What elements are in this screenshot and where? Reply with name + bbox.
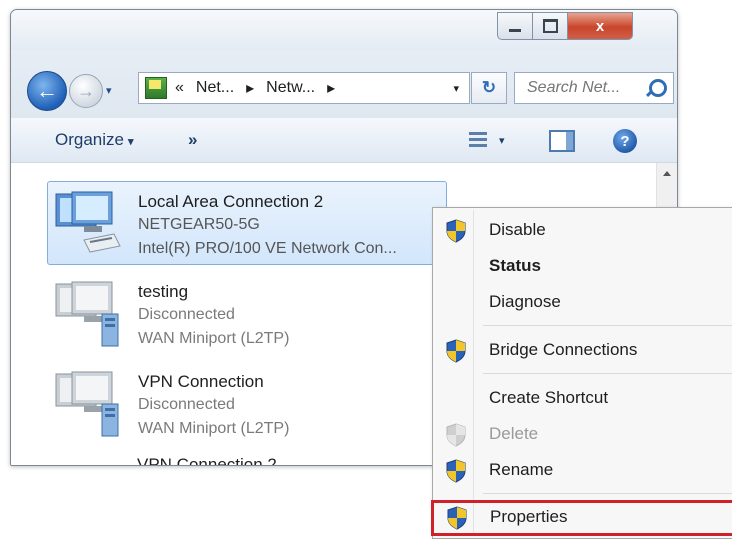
search-box[interactable]	[514, 72, 674, 104]
scroll-up-icon[interactable]	[663, 171, 671, 176]
change-view-icon[interactable]	[469, 132, 487, 150]
breadcrumb-overflow[interactable]: «	[175, 79, 184, 97]
connection-device: WAN Miniport (L2TP)	[138, 330, 290, 347]
connection-device: WAN Miniport (L2TP)	[138, 420, 290, 437]
minimize-icon	[509, 28, 521, 32]
forward-arrow-icon: →	[77, 80, 95, 101]
address-bar[interactable]: « Net... ▸ Netw... ▸ ▾	[138, 72, 470, 104]
menu-item-properties[interactable]: Properties	[431, 500, 732, 536]
breadcrumb-separator-icon[interactable]: ▸	[246, 78, 254, 98]
control-panel-icon	[145, 77, 167, 99]
title-bar: x	[11, 10, 677, 50]
organize-button[interactable]: Organize ▾	[55, 130, 134, 150]
menu-item-label: Diagnose	[489, 292, 561, 311]
uac-shield-icon	[446, 339, 466, 363]
connection-item-partial[interactable]: VPN Connection 2	[137, 455, 277, 465]
menu-item-status[interactable]: Status	[435, 249, 727, 283]
uac-shield-icon	[446, 459, 466, 483]
menu-item-label: Properties	[490, 507, 568, 526]
menu-item-label: Rename	[489, 460, 554, 479]
breadcrumb-separator-icon[interactable]: ▸	[327, 78, 335, 98]
back-arrow-icon: ←	[36, 78, 58, 103]
menu-item-label: Status	[489, 256, 541, 275]
help-icon[interactable]: ?	[613, 129, 637, 153]
search-input[interactable]	[525, 78, 647, 98]
breadcrumb-network-connections[interactable]: Netw...	[266, 79, 315, 97]
connection-status: Disconnected	[138, 396, 235, 413]
organize-label: Organize	[55, 130, 124, 149]
menu-item-diagnose[interactable]: Diagnose	[435, 285, 727, 319]
connection-name: testing	[138, 282, 189, 301]
menu-item-create-shortcut[interactable]: Create Shortcut	[435, 381, 727, 415]
menu-separator	[483, 373, 732, 374]
view-options-dropdown[interactable]: ▾	[499, 134, 505, 147]
menu-item-label: Bridge Connections	[489, 340, 638, 359]
chevron-down-icon: ▾	[127, 136, 134, 148]
preview-pane-icon[interactable]	[549, 130, 575, 152]
network-adapter-icon	[55, 191, 121, 253]
uac-shield-icon	[447, 506, 467, 530]
back-button[interactable]: ←	[27, 71, 67, 111]
search-icon[interactable]	[649, 79, 667, 97]
wan-miniport-icon	[55, 371, 119, 437]
uac-shield-icon	[446, 219, 466, 243]
connection-item-testing[interactable]: testing Disconnected WAN Miniport (L2TP)	[47, 271, 447, 355]
menu-separator	[483, 325, 732, 326]
minimize-button[interactable]	[497, 12, 533, 40]
connection-name: VPN Connection	[138, 372, 264, 391]
connection-status: Disconnected	[138, 306, 235, 323]
more-commands-button[interactable]: »	[188, 130, 197, 150]
menu-separator	[483, 493, 732, 494]
breadcrumb-network-and-internet[interactable]: Net...	[196, 79, 234, 97]
address-dropdown-icon[interactable]: ▾	[453, 82, 459, 95]
menu-item-disable[interactable]: Disable	[435, 213, 727, 247]
caption-buttons: x	[497, 12, 633, 40]
close-button[interactable]: x	[568, 12, 633, 40]
connection-item-local-area-connection-2[interactable]: Local Area Connection 2 NETGEAR50-5G Int…	[47, 181, 447, 265]
uac-shield-icon	[446, 423, 466, 447]
menu-item-label: Disable	[489, 220, 546, 239]
connection-status: NETGEAR50-5G	[138, 216, 260, 233]
forward-button[interactable]: →	[69, 74, 103, 108]
menu-item-label: Create Shortcut	[489, 388, 609, 407]
connection-item-vpn-connection[interactable]: VPN Connection Disconnected WAN Miniport…	[47, 361, 447, 445]
connection-device: Intel(R) PRO/100 VE Network Con...	[138, 240, 397, 257]
navigation-bar: ← → ▾ « Net... ▸ Netw... ▸ ▾ ↻	[11, 50, 677, 118]
menu-item-delete: Delete	[435, 417, 727, 451]
menu-item-rename[interactable]: Rename	[435, 453, 727, 487]
maximize-button[interactable]	[533, 12, 568, 40]
maximize-icon	[542, 19, 558, 33]
refresh-button[interactable]: ↻	[471, 72, 507, 104]
refresh-icon: ↻	[481, 78, 497, 97]
context-menu: Disable Status Diagnose Bridge Connectio…	[431, 207, 732, 539]
menu-item-bridge-connections[interactable]: Bridge Connections	[435, 333, 727, 367]
menu-item-label: Delete	[489, 424, 539, 443]
wan-miniport-icon	[55, 281, 119, 347]
command-bar: Organize ▾ » ▾ ?	[11, 118, 677, 163]
connection-name: Local Area Connection 2	[138, 192, 324, 211]
recent-pages-dropdown[interactable]: ▾	[106, 84, 112, 97]
